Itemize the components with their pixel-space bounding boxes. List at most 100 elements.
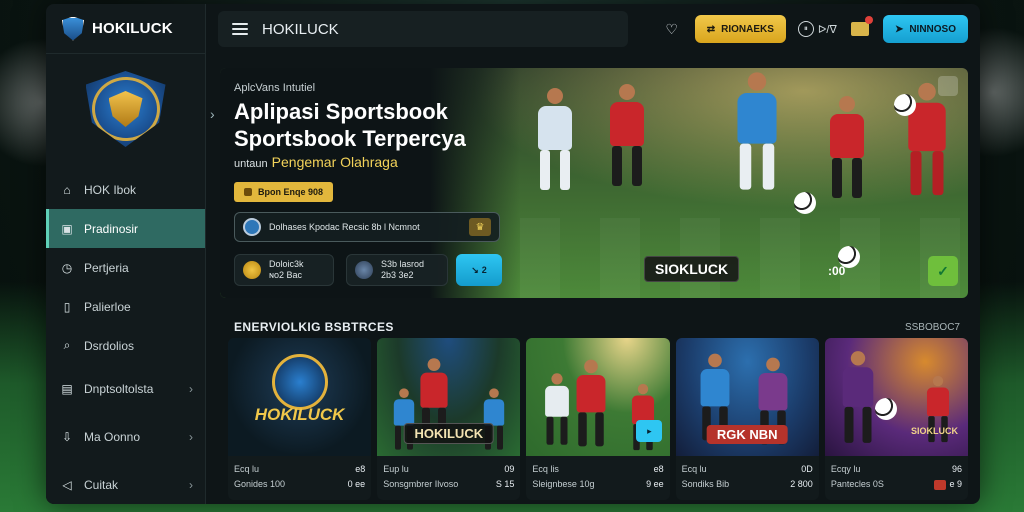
stat-card[interactable]: Doloic3k ɴo2 Bac [234,254,334,286]
login-button-label: RIONAEKS [721,23,774,35]
bookmark-icon: ▯ [63,299,71,314]
game-card[interactable]: HOKILUCK Eup lu 09 Sonsgmbrer Ilvoso S 15 [377,338,521,500]
player-figure [842,351,874,443]
section-link[interactable]: SSBOBOC7 [905,322,960,333]
sidebar-item-label: Dsrdolios [84,338,135,353]
brand-shield-icon [62,16,84,41]
card-label: SIOKLUCK [911,426,959,436]
menu-icon[interactable] [232,23,248,35]
hero-cta-label: 2 [481,265,487,275]
clock-icon: ◷ [61,260,73,275]
search-icon: ⌕ [63,338,71,352]
card-image: SIOKLUCK [824,338,969,456]
header-title: HOKILUCK [262,20,339,38]
stat-card[interactable]: S3b lasrod 2b3 3e2 [346,254,448,286]
brand[interactable]: HOKILUCK [46,4,205,54]
card-meta-value: 2 800 [790,479,813,489]
share-icon: ◁ [62,478,72,492]
player-figure [830,96,864,198]
hero-title: Aplipasi Sportsbook Sportsbook Terpercya [234,98,466,152]
avatar [243,218,261,236]
game-card[interactable]: SIOKLUCK Ecqy lu 96 Pantecles 0S e 9 [824,338,969,500]
card-meta-label: Ecq lis [532,464,559,474]
calendar-icon: ▣ [61,221,73,236]
hero-title-line2: Sportsbook Terpercya [234,126,466,151]
card-meta-label: Gonides 100 [234,479,286,489]
sidebar-item-home[interactable]: ⌂ HOK Ibok [46,170,205,209]
game-card[interactable]: HOKILUCK Ecq lu e8 Gonides 100 0 ee [228,338,372,500]
section-header: ENERVIOLKIG BSBTRCES SSBOBOC7 [234,320,960,334]
coin-icon [243,261,261,279]
card-meta-label: Ecq lu [681,464,707,474]
gift-icon [850,16,873,36]
player-figure [576,359,606,447]
player-figure [737,72,777,190]
promo-bar[interactable]: Dolhases Kpodac Recsic 8b l Ncmnot ♛ [234,212,500,242]
header-actions: ♡ ⇄ RIONAEKS ⏸ ᐅ/ᐁ ➤ NINNOSO [661,15,968,43]
promo-text: Dolhases Kpodac Recsic 8b l Ncmnot [269,222,420,232]
chevron-right-icon: › [189,478,193,492]
pitch-lines [520,218,968,298]
sidebar-item-wallet[interactable]: ▤ Dnptsoltolsta › [46,365,205,413]
check-button[interactable]: ✓ [928,256,958,286]
sidebar-item-download[interactable]: ⇩ Ma Oonno › [46,413,205,461]
game-card[interactable]: ▸ Ecq lis e8 Sleignbese 10g 9 ee [526,338,670,500]
section-title: ENERVIOLKIG BSBTRCES [234,320,394,334]
gift-button[interactable] [849,16,873,40]
timer-indicator[interactable]: ⏸ ᐅ/ᐁ [797,21,837,37]
hero-subtitle: AplcVans Intutiel [234,82,316,94]
home-icon: ⌂ [63,182,71,197]
sidebar-item-schedule[interactable]: ▣ Pradinosir [46,209,205,248]
wallet-icon: ▤ [61,382,73,396]
card-meta-label: Pantecles 0S [830,479,884,489]
sidebar-item-contact[interactable]: ◁ Cuitak › [46,461,205,504]
club-emblem-icon [85,71,166,147]
hero-cta-button[interactable]: ↘ 2 [456,254,502,286]
card-meta-label: Ecq lu [234,464,260,474]
heart-icon[interactable]: ♡ [661,18,683,40]
hero-banner[interactable]: AplcVans Intutiel Aplipasi Sportsbook Sp… [220,68,968,298]
card-meta-value: e 9 [933,477,963,492]
card-meta-label: Eup lu [383,464,409,474]
game-card[interactable]: RGK NBN Ecq lu 0D Sondiks Bib 2 800 [675,338,819,500]
card-image: HOKILUCK [228,338,372,456]
sidebar-item-live[interactable]: ◷ Pertjeria [46,248,205,287]
card-meta-value: 96 [952,464,963,474]
trophy-icon: ♛ [469,218,491,236]
timer-label: ᐅ/ᐁ [817,23,837,36]
register-button[interactable]: ➤ NINNOSO [882,15,968,43]
card-meta-label: Ecqy lu [830,464,861,474]
player-figure [545,373,570,445]
profile-icon[interactable] [938,76,958,96]
header-bar[interactable]: HOKILUCK [218,11,628,47]
brand-name: HOKILUCK [92,20,173,37]
card-meta-value: 9 ee [646,479,664,489]
chevron-right-icon: › [189,430,193,444]
cards-row: HOKILUCK Ecq lu e8 Gonides 100 0 ee HOKILU… [228,338,969,500]
hero-tagline-prefix: untaun [234,158,268,170]
stat-line: 2b3 3e2 [381,270,414,280]
card-image: ▸ [526,338,670,456]
card-meta: Ecqy lu 96 Pantecles 0S e 9 [825,456,968,492]
card-image: RGK NBN [675,338,819,456]
sidebar-item-label: Ma Oonno [84,430,141,444]
card-meta-value: 09 [504,464,515,474]
stat-line: Doloic3k [269,259,304,269]
sidebar-item-label: Pertjeria [84,260,129,275]
play-button[interactable]: ▸ [636,420,663,442]
card-meta-label: Sleignbese 10g [532,479,595,489]
card-meta-label: Sonsgmbrer Ilvoso [383,479,459,489]
card-meta: Ecq lis e8 Sleignbese 10g 9 ee [526,456,669,492]
sidebar-item-saved[interactable]: ▯ Palierloe [46,287,205,326]
player-figure [538,88,572,190]
sidebar-item-search[interactable]: ⌕ Dsrdolios [46,326,205,365]
card-meta: Ecq lu 0D Sondiks Bib 2 800 [676,456,819,492]
hero-chip-button[interactable]: Bpon Enqe 908 [234,182,334,202]
login-button[interactable]: ⇄ RIONAEKS [694,15,786,43]
chevron-right-icon: › [189,382,193,396]
sidebar-item-label: Cuitak [84,478,119,492]
card-meta-value-text: e 9 [949,479,963,489]
chevron-right-icon[interactable]: › [210,106,215,122]
football-icon [794,192,816,214]
card-meta-value: S 15 [495,479,515,489]
